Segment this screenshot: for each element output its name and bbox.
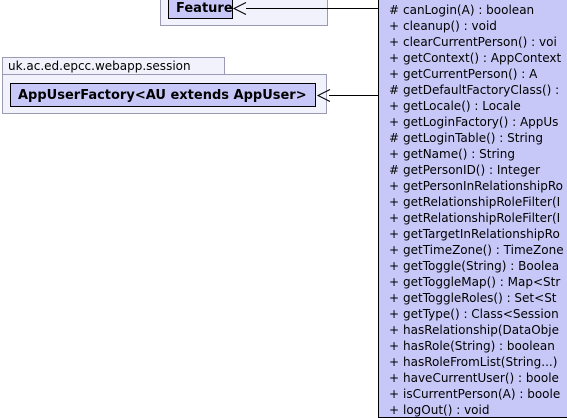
method-visibility: + [389, 67, 400, 81]
method-row[interactable]: + clearCurrentPerson() : voi [389, 34, 564, 50]
method-signature: getLocale() : Locale [403, 99, 521, 113]
method-visibility: # [389, 83, 400, 97]
method-visibility: + [389, 51, 400, 65]
method-signature: cleanup() : void [403, 19, 497, 33]
method-visibility: + [389, 179, 400, 193]
method-row[interactable]: # getPersonID() : Integer [389, 162, 564, 178]
method-row[interactable]: + getRelationshipRoleFilter(I [389, 210, 564, 226]
method-row[interactable]: + getTimeZone() : TimeZone [389, 242, 564, 258]
method-row[interactable]: # getDefaultFactoryClass() : [389, 82, 564, 98]
method-row[interactable]: + getTargetInRelationshipRo [389, 226, 564, 242]
method-signature: getPersonInRelationshipRo [403, 179, 563, 193]
method-row[interactable]: + getLocale() : Locale [389, 98, 564, 114]
method-row[interactable]: # getLoginTable() : String [389, 130, 564, 146]
method-visibility: + [389, 195, 400, 209]
method-visibility: + [389, 275, 400, 289]
method-signature: getToggleMap() : Map<Str [403, 275, 561, 289]
method-row[interactable]: # canLogin(A) : boolean [389, 2, 564, 18]
method-signature: getType() : Class<Session [403, 307, 559, 321]
method-visibility: + [389, 35, 400, 49]
method-row[interactable]: + haveCurrentUser() : boole [389, 370, 564, 386]
method-signature: getTargetInRelationshipRo [403, 227, 560, 241]
method-visibility: + [389, 227, 400, 241]
method-visibility: # [389, 163, 400, 177]
method-visibility: + [389, 259, 400, 273]
method-row[interactable]: + getToggle(String) : Boolea [389, 258, 564, 274]
method-signature: getName() : String [403, 147, 515, 161]
method-row[interactable]: + hasRelationship(DataObje [389, 322, 564, 338]
method-signature: getRelationshipRoleFilter(I [403, 211, 561, 225]
method-visibility: + [389, 403, 400, 417]
method-visibility: + [389, 147, 400, 161]
method-row[interactable]: + hasRoleFromList(String...) [389, 354, 564, 370]
method-visibility: + [389, 291, 400, 305]
method-visibility: + [389, 371, 400, 385]
method-visibility: + [389, 323, 400, 337]
method-visibility: + [389, 387, 400, 401]
method-signature: getDefaultFactoryClass() : [403, 83, 560, 97]
method-signature: hasRelationship(DataObje [403, 323, 559, 337]
method-row[interactable]: + getType() : Class<Session [389, 306, 564, 322]
method-signature: getLoginTable() : String [403, 131, 543, 145]
method-signature: getContext() : AppContext [403, 51, 562, 65]
method-row[interactable]: + logOut() : void [389, 402, 564, 417]
method-signature: getToggleRoles() : Set<St [403, 291, 557, 305]
method-visibility: + [389, 19, 400, 33]
method-visibility: + [389, 115, 400, 129]
method-row[interactable]: + hasRole(String) : boolean [389, 338, 564, 354]
method-row[interactable]: + getContext() : AppContext [389, 50, 564, 66]
method-signature: hasRole(String) : boolean [403, 339, 555, 353]
method-visibility: + [389, 355, 400, 369]
method-list: # canLogin(A) : boolean + cleanup() : void +… [389, 2, 564, 417]
method-visibility: # [389, 131, 400, 145]
method-visibility: + [389, 307, 400, 321]
method-row[interactable]: + getName() : String [389, 146, 564, 162]
method-signature: haveCurrentUser() : boole [403, 371, 559, 385]
method-row[interactable]: + cleanup() : void [389, 18, 564, 34]
arrow-head-app-user-factory [316, 89, 331, 102]
method-signature: logOut() : void [403, 403, 490, 417]
method-signature: hasRoleFromList(String...) [403, 355, 558, 369]
method-row[interactable]: + getPersonInRelationshipRo [389, 178, 564, 194]
method-row[interactable]: + getCurrentPerson() : A [389, 66, 564, 82]
method-row[interactable]: + getToggleRoles() : Set<St [389, 290, 564, 306]
method-signature: getLoginFactory() : AppUs [403, 115, 559, 129]
method-row[interactable]: + isCurrentPerson(A) : boole [389, 386, 564, 402]
method-signature: getRelationshipRoleFilter(I [403, 195, 561, 209]
method-visibility: + [389, 339, 400, 353]
method-visibility: + [389, 99, 400, 113]
method-row[interactable]: + getToggleMap() : Map<Str [389, 274, 564, 290]
method-signature: getToggle(String) : Boolea [403, 259, 560, 273]
method-signature: isCurrentPerson(A) : boole [403, 387, 561, 401]
arrow-head-feature [232, 2, 247, 15]
method-visibility: + [389, 211, 400, 225]
method-signature: clearCurrentPerson() : voi [403, 35, 557, 49]
method-visibility: + [389, 243, 400, 257]
method-visibility: # [389, 3, 400, 17]
method-signature: getPersonID() : Integer [403, 163, 541, 177]
method-signature: canLogin(A) : boolean [403, 3, 535, 17]
method-row[interactable]: + getLoginFactory() : AppUs [389, 114, 564, 130]
method-signature: getTimeZone() : TimeZone [403, 243, 564, 257]
method-row[interactable]: + getRelationshipRoleFilter(I [389, 194, 564, 210]
class-method-list[interactable]: # canLogin(A) : boolean + cleanup() : void +… [378, 0, 567, 418]
method-signature: getCurrentPerson() : A [403, 67, 538, 81]
